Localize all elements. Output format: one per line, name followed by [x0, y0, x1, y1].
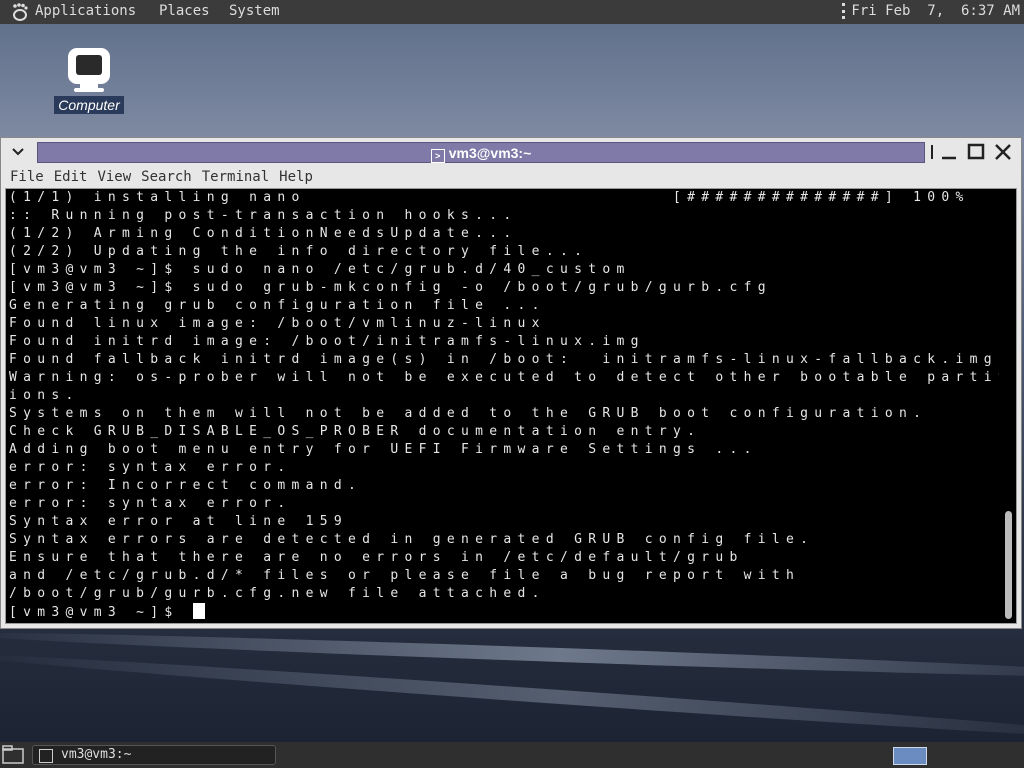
bottom-panel: vm3@vm3:~ [0, 742, 1024, 768]
terminal-prompt-line[interactable]: [vm3@vm3 ~]$ [9, 603, 999, 621]
scrollbar[interactable] [1004, 191, 1014, 621]
menu-edit[interactable]: Edit [49, 167, 93, 187]
titlebar[interactable]: > vm3@vm3:~ [1, 138, 1021, 166]
terminal-line: Systems on them will not be added to the… [9, 406, 928, 421]
taskbar-window-button[interactable]: vm3@vm3:~ [32, 745, 276, 765]
menu-search[interactable]: Search [136, 167, 197, 187]
terminal-line: Warning: os-prober will not be executed … [9, 370, 999, 385]
wallpaper-streak [0, 627, 1024, 683]
terminal-prompt: [vm3@vm3 ~]$ [9, 605, 193, 620]
text-cursor [192, 603, 205, 619]
scrollbar-thumb[interactable] [1005, 511, 1012, 619]
terminal-line: Found linux image: /boot/vmlinuz-linux [9, 316, 546, 331]
terminal-line: Adding boot menu entry for UEFI Firmware… [9, 442, 758, 457]
terminal-window[interactable]: > vm3@vm3:~ File Edit View Search Termina… [0, 137, 1022, 629]
menu-terminal[interactable]: Terminal [197, 167, 274, 187]
minimize-icon[interactable] [939, 142, 961, 162]
taskbar-window-label: vm3@vm3:~ [61, 747, 132, 762]
terminal-line: Check GRUB_DISABLE_OS_PROBER documentati… [9, 424, 702, 439]
close-icon[interactable] [992, 142, 1014, 162]
terminal-line: (2/2) Updating the info directory file..… [9, 244, 589, 259]
applications-menu[interactable]: Applications [35, 3, 136, 19]
terminal-line: /boot/grub/gurb.cfg.new file attached. [9, 586, 546, 601]
terminal-line: [vm3@vm3 ~]$ sudo grub-mkconfig -o /boot… [9, 280, 772, 295]
terminal-line: error: Incorrect command. [9, 478, 363, 493]
terminal-line: Syntax error at line 159 [9, 514, 349, 529]
clock[interactable]: Fri Feb 7, 6:37 AM [851, 3, 1020, 19]
terminal-line: ions. [9, 388, 80, 403]
terminal-line: Syntax errors are detected in generated … [9, 532, 815, 547]
terminal-line: (1/1) installing nano [##############] 1… [9, 190, 970, 205]
terminal-line: (1/2) Arming ConditionNeedsUpdate... [9, 226, 518, 241]
window-title: vm3@vm3:~ [448, 145, 532, 161]
terminal-line: :: Running post-transaction hooks... [9, 208, 518, 223]
terminal-icon: > [430, 149, 445, 163]
show-desktop-icon[interactable] [2, 745, 26, 765]
terminal-line: Found initrd image: /boot/initramfs-linu… [9, 334, 645, 349]
top-panel: Applications Places System Fri Feb 7, 6:… [0, 0, 1024, 24]
panel-grip-icon [842, 3, 846, 19]
menu-help[interactable]: Help [274, 167, 318, 187]
terminal-line: Ensure that there are no errors in /etc/… [9, 550, 744, 565]
workspace-switcher[interactable] [893, 747, 927, 765]
computer-icon-label: Computer [54, 96, 124, 114]
terminal-line: [vm3@vm3 ~]$ sudo nano /etc/grub.d/40_cu… [9, 262, 631, 277]
menubar: File Edit View Search Terminal Help [5, 167, 318, 187]
menu-file[interactable]: File [5, 167, 49, 187]
system-menu[interactable]: System [229, 3, 280, 19]
window-menu-chevron-icon[interactable] [7, 142, 29, 162]
terminal-output[interactable]: (1/1) installing nano [##############] 1… [5, 188, 1017, 624]
computer-desktop-icon[interactable]: Computer [52, 46, 126, 114]
terminal-line: Found fallback initrd image(s) in /boot:… [9, 352, 998, 367]
menu-view[interactable]: View [92, 167, 136, 187]
maximize-icon[interactable] [965, 142, 987, 162]
gnome-foot-icon[interactable] [10, 2, 30, 22]
terminal-line: error: syntax error. [9, 496, 292, 511]
places-menu[interactable]: Places [159, 3, 210, 19]
terminal-line: Generating grub configuration file ... [9, 298, 546, 313]
terminal-line: and /etc/grub.d/* files or please file a… [9, 568, 801, 583]
computer-icon [68, 48, 110, 92]
terminal-line: error: syntax error. [9, 460, 292, 475]
terminal-icon [39, 749, 53, 763]
title-area[interactable]: > vm3@vm3:~ [37, 142, 925, 163]
terminal-lines: (1/1) installing nano [##############] 1… [9, 189, 999, 621]
